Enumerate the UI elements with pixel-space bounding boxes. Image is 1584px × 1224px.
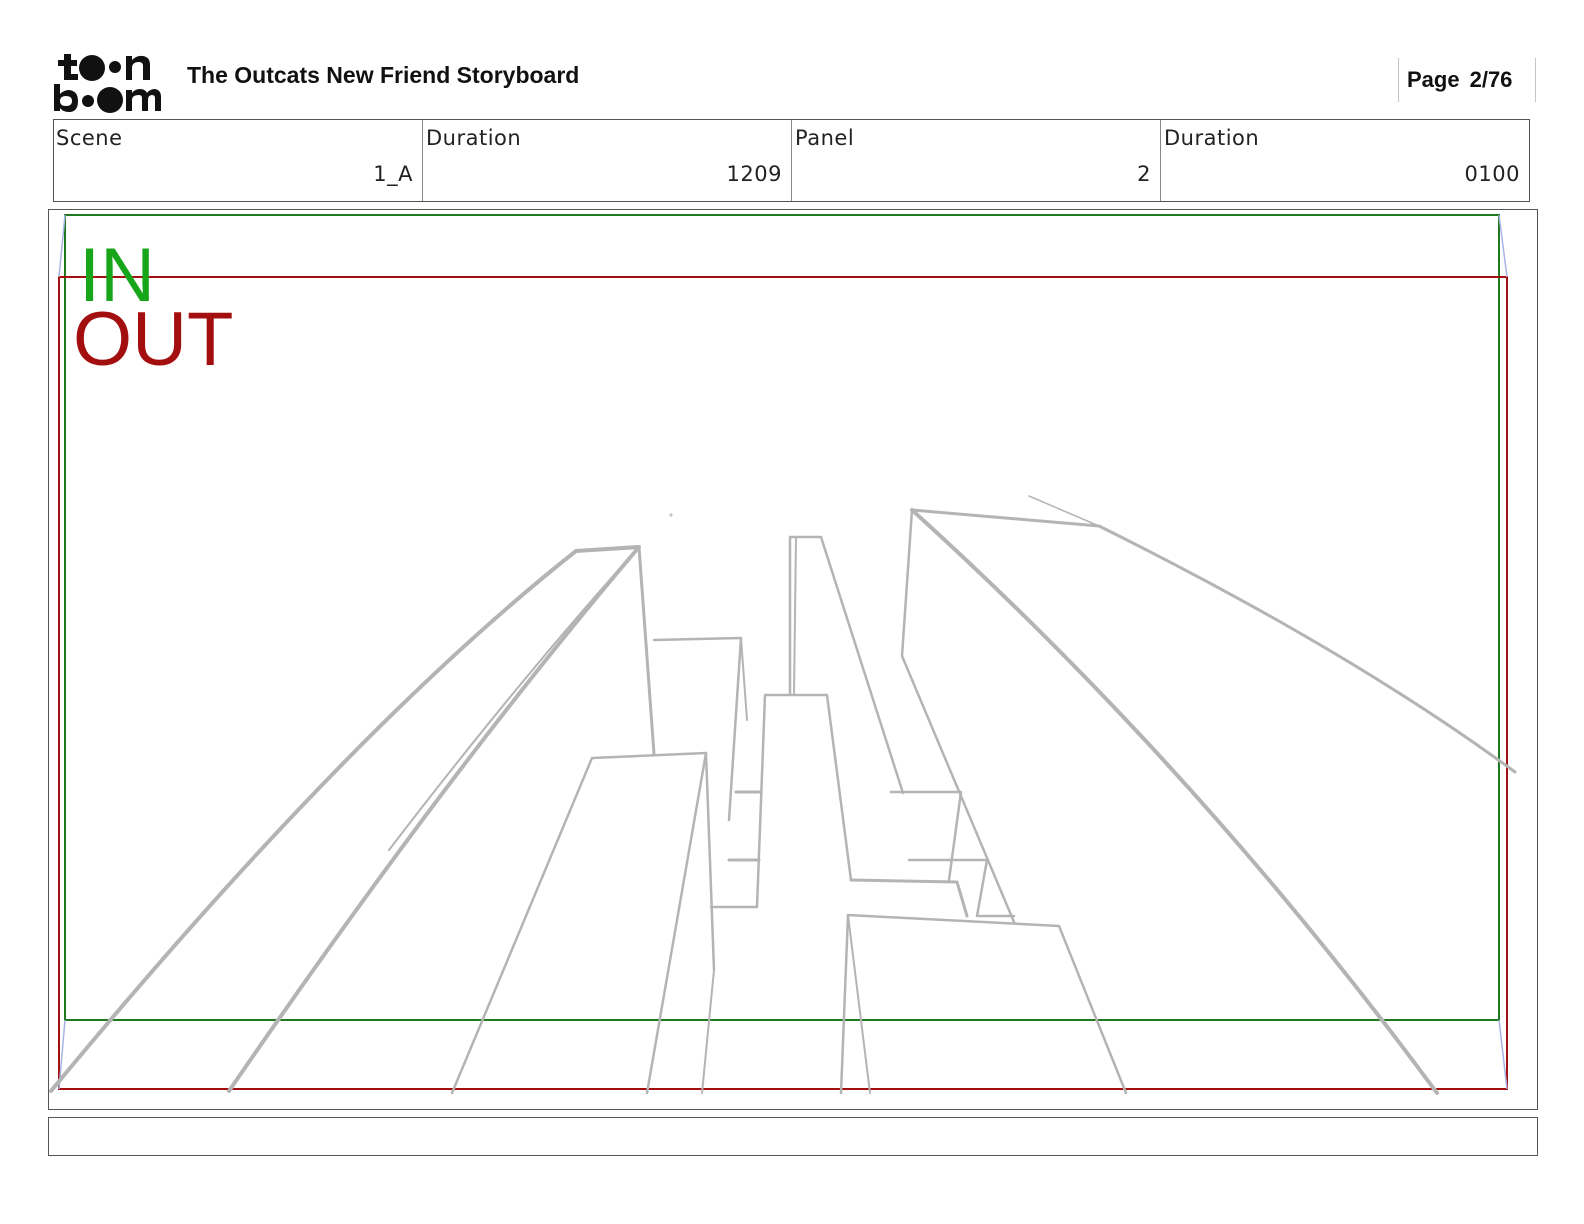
panel-caption-box	[48, 1117, 1538, 1156]
page-indicator: Page 2/76	[1398, 58, 1536, 102]
out-label: OUT	[73, 297, 234, 382]
panel-duration-label: Duration	[1164, 126, 1260, 150]
scene-cell: Scene 1_A	[54, 120, 423, 201]
storyboard-panel-image: IN OUT	[48, 209, 1538, 1110]
sketch-drawing	[49, 214, 1517, 1095]
scene-duration-value: 1209	[726, 162, 782, 186]
frame-transition-lines	[58, 214, 1508, 1090]
scene-duration-label: Duration	[426, 126, 522, 150]
panel-cell: Panel 2	[792, 120, 1161, 201]
scene-info-table: Scene 1_A Duration 1209 Panel 2 Duration…	[53, 119, 1530, 202]
scene-duration-cell: Duration 1209	[423, 120, 792, 201]
scene-value: 1_A	[373, 162, 413, 186]
scene-label: Scene	[56, 126, 123, 150]
out-camera-frame	[58, 276, 1508, 1090]
page-number: 2/76	[1469, 67, 1513, 92]
storyboard-title: The Outcats New Friend Storyboard	[187, 62, 580, 88]
panel-label: Panel	[795, 126, 855, 150]
toon-boom-logo	[50, 50, 162, 114]
panel-value: 2	[1137, 162, 1151, 186]
building-sketch	[49, 495, 1517, 1095]
page-label: Page	[1407, 67, 1460, 92]
panel-duration-value: 0100	[1464, 162, 1520, 186]
panel-duration-cell: Duration 0100	[1161, 120, 1529, 201]
